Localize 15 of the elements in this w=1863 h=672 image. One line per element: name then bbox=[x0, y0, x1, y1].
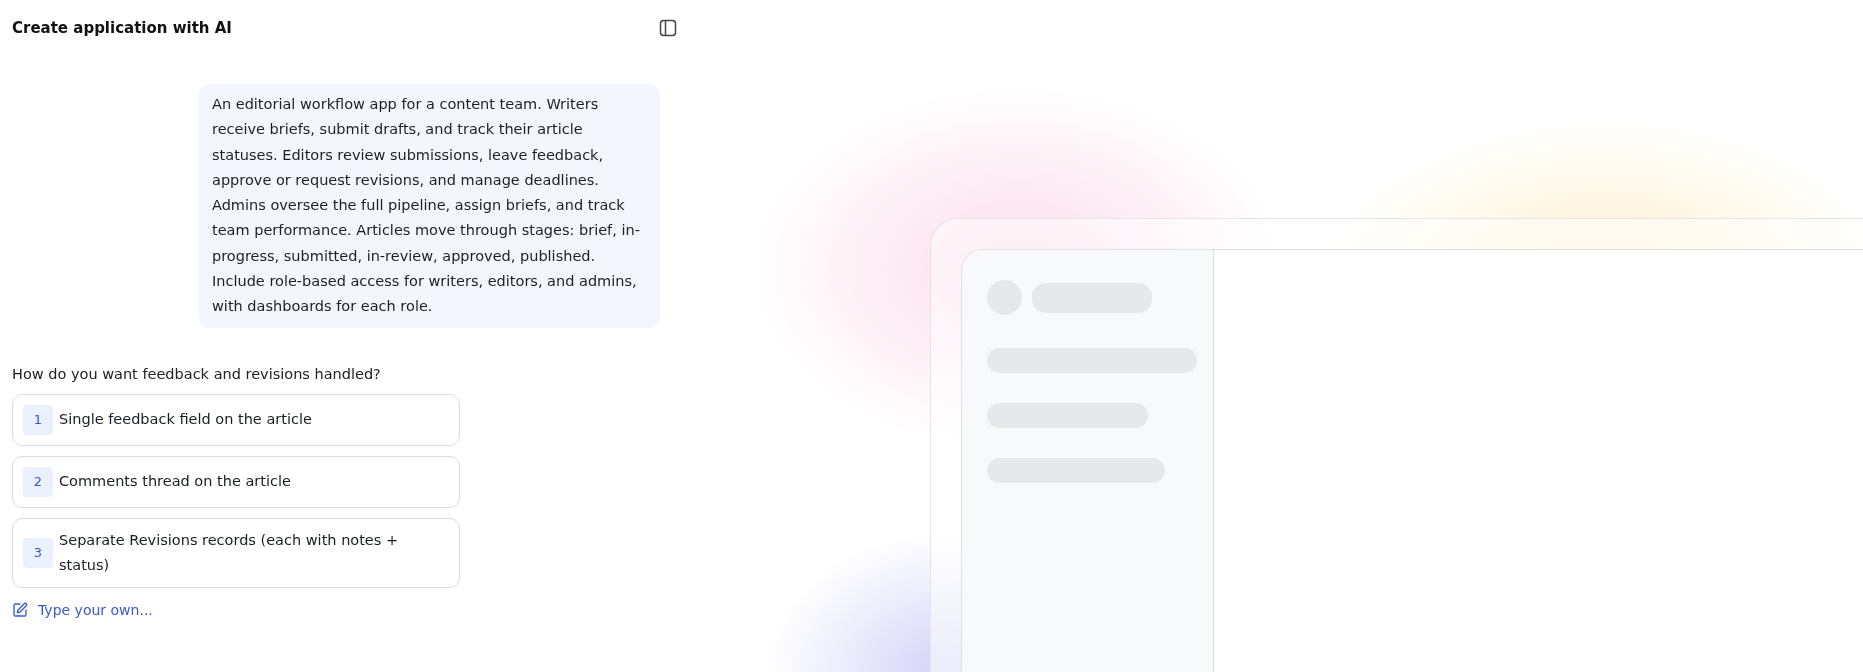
answer-option[interactable]: 1 Single feedback field on the article bbox=[12, 393, 460, 446]
panel-title: Create application with AI bbox=[12, 19, 232, 37]
pencil-square-icon bbox=[12, 601, 28, 618]
option-label: Separate Revisions records (each with notes + status) bbox=[59, 530, 400, 575]
answer-option[interactable]: 2 Comments thread on the article bbox=[12, 455, 460, 508]
answer-option[interactable]: 3 Separate Revisions records (each with notes + status) bbox=[12, 517, 460, 588]
sidebar-toggle-icon[interactable] bbox=[658, 18, 678, 38]
user-message: An editorial workflow app for a content team. Writers receive briefs, submit drafts, and track their article statuses. Editors review submissions, leave feedback, approve or request revisions, and manage deadlines. Admins oversee the full pipeline, assign briefs, and track team performance. Articles move through stages: brief, in-progress, submitted, in-review, approved, published. Include role-based access for writers, editors, and admins, with dashboards for each role. bbox=[198, 84, 660, 328]
option-number: 3 bbox=[23, 537, 53, 568]
option-label: Single feedback field on the article bbox=[59, 410, 312, 430]
option-label: Comments thread on the article bbox=[59, 472, 291, 492]
question-text: How do you want feedback and revisions handled? bbox=[12, 365, 382, 382]
option-number: 1 bbox=[23, 404, 53, 435]
option-number: 2 bbox=[23, 466, 53, 497]
type-your-own-link[interactable]: Type your own... bbox=[12, 601, 153, 618]
